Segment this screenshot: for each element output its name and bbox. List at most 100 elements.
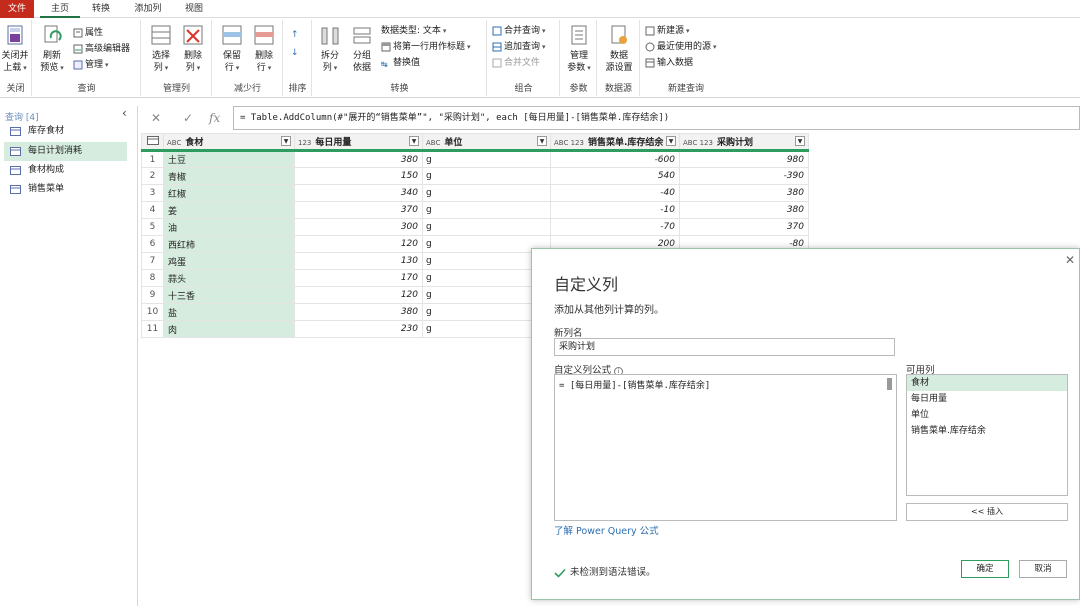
query-item[interactable]: 销售菜单: [4, 180, 127, 199]
cell-ingredient[interactable]: 油: [163, 218, 295, 236]
replace-values-button[interactable]: ↹ 替换值: [381, 56, 420, 70]
available-column-item[interactable]: 食材: [907, 375, 1067, 391]
collapse-pane-icon[interactable]: ‹: [122, 106, 127, 120]
cell-ingredient[interactable]: 土豆: [163, 150, 295, 168]
close-and-load-button[interactable]: 关闭并 上载 ▾: [0, 24, 30, 74]
table-menu-icon[interactable]: [141, 133, 164, 152]
learn-power-query-link[interactable]: 了解 Power Query 公式: [554, 523, 659, 537]
new-source-button[interactable]: 新建源 ▾: [645, 24, 690, 38]
type-indicator[interactable]: ABC: [426, 139, 440, 147]
cell-stock-balance[interactable]: 540: [550, 167, 680, 185]
cell-purchase-plan[interactable]: 980: [679, 150, 809, 168]
query-item[interactable]: 每日计划消耗: [4, 142, 127, 161]
manage-button[interactable]: 管理 ▾: [73, 58, 109, 72]
column-header[interactable]: ABC 123 销售菜单.库存结余 ▼: [550, 133, 680, 152]
cell-daily-usage[interactable]: 230: [294, 320, 423, 338]
cell-unit[interactable]: g: [422, 150, 551, 168]
scrollbar[interactable]: [887, 378, 892, 390]
confirm-icon[interactable]: ✓: [183, 111, 193, 125]
cell-daily-usage[interactable]: 120: [294, 286, 423, 304]
cell-daily-usage[interactable]: 150: [294, 167, 423, 185]
cell-daily-usage[interactable]: 130: [294, 252, 423, 270]
cell-ingredient[interactable]: 蒜头: [163, 269, 295, 287]
cell-daily-usage[interactable]: 340: [294, 184, 423, 202]
cell-ingredient[interactable]: 姜: [163, 201, 295, 219]
filter-dropdown-icon[interactable]: ▼: [666, 136, 676, 146]
properties-button[interactable]: 属性: [73, 26, 103, 40]
cell-purchase-plan[interactable]: 370: [679, 218, 809, 236]
cell-ingredient[interactable]: 肉: [163, 320, 295, 338]
remove-columns-button[interactable]: 删除 列 ▾: [178, 24, 208, 74]
cell-purchase-plan[interactable]: 380: [679, 201, 809, 219]
cell-ingredient[interactable]: 十三香: [163, 286, 295, 304]
refresh-preview-button[interactable]: 刷新 预览 ▾: [37, 24, 67, 74]
column-header[interactable]: ABC 123 采购计划 ▼: [679, 133, 809, 152]
ok-button[interactable]: 确定: [961, 560, 1009, 578]
cell-ingredient[interactable]: 青椒: [163, 167, 295, 185]
filter-dropdown-icon[interactable]: ▼: [537, 136, 547, 146]
keep-rows-button[interactable]: 保留 行 ▾: [217, 24, 247, 74]
filter-dropdown-icon[interactable]: ▼: [409, 136, 419, 146]
cell-daily-usage[interactable]: 300: [294, 218, 423, 236]
column-header[interactable]: ABC 食材 ▼: [163, 133, 295, 152]
filter-dropdown-icon[interactable]: ▼: [281, 136, 291, 146]
available-column-item[interactable]: 每日用量: [907, 391, 1067, 407]
type-indicator[interactable]: ABC 123: [683, 139, 713, 147]
cell-unit[interactable]: g: [422, 201, 551, 219]
cell-stock-balance[interactable]: -10: [550, 201, 680, 219]
column-header[interactable]: 123 每日用量 ▼: [294, 133, 423, 152]
tab-file[interactable]: 文件: [0, 0, 34, 18]
append-queries-button[interactable]: 追加查询 ▾: [492, 40, 546, 54]
cell-purchase-plan[interactable]: -390: [679, 167, 809, 185]
available-column-item[interactable]: 销售菜单.库存结余: [907, 423, 1067, 439]
use-first-row-as-headers-button[interactable]: 将第一行用作标题 ▾: [381, 40, 471, 54]
cell-purchase-plan[interactable]: 380: [679, 184, 809, 202]
manage-parameters-button[interactable]: 管理 参数 ▾: [564, 24, 594, 74]
close-icon[interactable]: ✕: [1065, 253, 1075, 267]
cell-daily-usage[interactable]: 380: [294, 303, 423, 321]
cancel-button[interactable]: 取消: [1019, 560, 1067, 578]
cell-stock-balance[interactable]: -600: [550, 150, 680, 168]
type-indicator[interactable]: 123: [298, 139, 311, 147]
cell-unit[interactable]: g: [422, 167, 551, 185]
formula-input[interactable]: = Table.AddColumn(#"展开的“销售菜单”", "采购计划", …: [233, 106, 1080, 130]
type-indicator[interactable]: ABC 123: [554, 139, 584, 147]
available-column-item[interactable]: 单位: [907, 407, 1067, 423]
cell-ingredient[interactable]: 西红柿: [163, 235, 295, 253]
advanced-editor-button[interactable]: 高级编辑器: [73, 42, 130, 56]
cell-stock-balance[interactable]: -40: [550, 184, 680, 202]
fx-icon[interactable]: fx: [209, 111, 220, 125]
tab-transform[interactable]: 转换: [82, 0, 120, 18]
tab-add-column[interactable]: 添加列: [126, 0, 170, 18]
cancel-icon[interactable]: ✕: [151, 111, 161, 125]
choose-columns-button[interactable]: 选择 列 ▾: [146, 24, 176, 74]
new-column-name-input[interactable]: 采购计划: [554, 338, 895, 356]
cell-daily-usage[interactable]: 380: [294, 150, 423, 168]
cell-daily-usage[interactable]: 370: [294, 201, 423, 219]
filter-dropdown-icon[interactable]: ▼: [795, 136, 805, 146]
tab-view[interactable]: 视图: [176, 0, 212, 18]
remove-rows-button[interactable]: 删除 行 ▾: [249, 24, 279, 74]
cell-ingredient[interactable]: 鸡蛋: [163, 252, 295, 270]
recent-sources-button[interactable]: 最近使用的源 ▾: [645, 40, 717, 54]
split-column-button[interactable]: 拆分 列 ▾: [315, 24, 345, 74]
cell-stock-balance[interactable]: -70: [550, 218, 680, 236]
combine-files-button[interactable]: 合并文件: [492, 56, 540, 70]
group-by-button[interactable]: 分组 依据: [347, 24, 377, 74]
tab-home[interactable]: 主页: [40, 0, 80, 18]
data-source-settings-button[interactable]: 数据 源设置: [604, 24, 634, 74]
column-header[interactable]: ABC 单位 ▼: [422, 133, 551, 152]
custom-formula-editor[interactable]: = [每日用量]-[销售菜单.库存结余]: [554, 374, 897, 521]
insert-button[interactable]: << 插入: [906, 503, 1068, 521]
query-item[interactable]: 库存食材: [4, 122, 127, 141]
type-indicator[interactable]: ABC: [167, 139, 181, 147]
cell-unit[interactable]: g: [422, 184, 551, 202]
enter-data-button[interactable]: 输入数据: [645, 56, 693, 70]
sort-descending-icon[interactable]: ↓: [290, 44, 306, 58]
cell-daily-usage[interactable]: 170: [294, 269, 423, 287]
cell-unit[interactable]: g: [422, 218, 551, 236]
cell-ingredient[interactable]: 盐: [163, 303, 295, 321]
cell-ingredient[interactable]: 红椒: [163, 184, 295, 202]
sort-ascending-icon[interactable]: ↑: [290, 26, 306, 40]
query-item[interactable]: 食材构成: [4, 161, 127, 180]
